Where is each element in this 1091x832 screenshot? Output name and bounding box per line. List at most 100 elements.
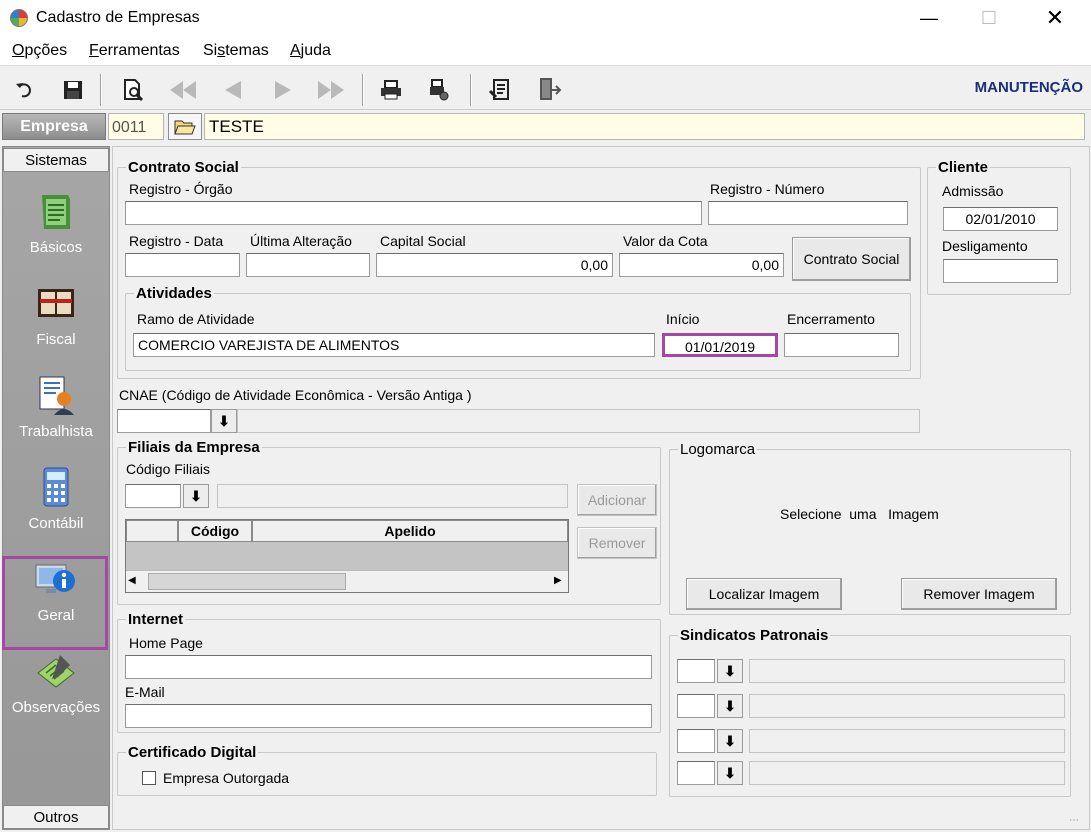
report-icon bbox=[488, 79, 509, 100]
empresa-outorgada-label: Empresa Outorgada bbox=[163, 770, 290, 786]
sidebar-item-observacoes[interactable]: Observações bbox=[3, 637, 109, 727]
sidebar-item-contabil[interactable]: Contábil bbox=[3, 453, 109, 543]
contrato-social-button[interactable]: Contrato Social bbox=[792, 237, 911, 281]
menu-opcoes[interactable]: Opções bbox=[12, 42, 67, 60]
grid-header-apelido[interactable]: Apelido bbox=[252, 520, 568, 542]
sindicato-2-description bbox=[749, 694, 1065, 718]
sidebar-item-trabalhista[interactable]: Trabalhista bbox=[3, 361, 109, 451]
sindicatos-legend: Sindicatos Patronais bbox=[680, 627, 829, 644]
localizar-imagem-button[interactable]: Localizar Imagem bbox=[686, 578, 842, 610]
print-preview-button[interactable] bbox=[422, 73, 456, 107]
encerramento-label: Encerramento bbox=[787, 311, 875, 327]
sindicato-4-code-field[interactable] bbox=[677, 761, 715, 785]
print-button[interactable] bbox=[374, 73, 408, 107]
report-button[interactable] bbox=[484, 73, 518, 107]
sindicato-1-code-field[interactable] bbox=[677, 659, 715, 683]
inicio-label: Início bbox=[666, 311, 700, 327]
previous-record-button[interactable] bbox=[216, 73, 250, 107]
scroll-left-icon[interactable]: ◀ bbox=[128, 575, 136, 586]
sindicato-4-dropdown-button[interactable]: ⬇ bbox=[717, 761, 743, 785]
grid-header-codigo[interactable]: Código bbox=[178, 520, 252, 542]
logomarca-placeholder: Selecione uma Imagem bbox=[780, 506, 939, 522]
sindicato-3-code-field[interactable] bbox=[677, 729, 715, 753]
empresa-code-field[interactable]: 0011 bbox=[108, 113, 164, 140]
toolbar: MANUTENÇÃO bbox=[0, 68, 1091, 110]
sidebar-item-label: Básicos bbox=[29, 239, 83, 256]
undo-icon bbox=[16, 83, 31, 98]
contrato-social-legend: Contrato Social bbox=[128, 159, 239, 176]
empresa-open-button[interactable] bbox=[168, 113, 202, 140]
valor-cota-field[interactable]: 0,00 bbox=[619, 253, 784, 277]
empresa-row: Empresa 0011 TESTE bbox=[0, 112, 1091, 142]
sindicato-3-dropdown-button[interactable]: ⬇ bbox=[717, 729, 743, 753]
title-bar: Cadastro de Empresas — ☐ ✕ bbox=[0, 0, 1091, 36]
homepage-field[interactable] bbox=[125, 655, 652, 679]
arrow-down-icon: ⬇ bbox=[190, 487, 202, 504]
sidebar-item-basicos[interactable]: Básicos bbox=[3, 177, 109, 267]
close-button[interactable]: ✕ bbox=[1032, 0, 1078, 36]
sidebar-header-sistemas[interactable]: Sistemas bbox=[3, 148, 109, 172]
sidebar-item-label: Observações bbox=[11, 699, 101, 716]
sidebar-item-label: Contábil bbox=[28, 515, 84, 532]
capital-social-label: Capital Social bbox=[380, 233, 466, 249]
scroll-right-icon[interactable]: ▶ bbox=[554, 575, 562, 586]
filiais-dropdown-button[interactable]: ⬇ bbox=[183, 484, 209, 508]
inicio-field[interactable]: 01/01/2019 bbox=[662, 333, 778, 357]
menu-sistemas[interactable]: Sistemas bbox=[203, 42, 269, 60]
last-record-button[interactable] bbox=[314, 73, 348, 107]
sidebar-footer-outros[interactable]: Outros bbox=[3, 805, 109, 829]
empresa-outorgada-checkbox[interactable] bbox=[142, 771, 156, 785]
sindicato-2-dropdown-button[interactable]: ⬇ bbox=[717, 694, 743, 718]
sindicato-2-code-field[interactable] bbox=[677, 694, 715, 718]
adicionar-button[interactable]: Adicionar bbox=[577, 484, 657, 516]
menu-ferramentas[interactable]: Ferramentas bbox=[89, 42, 180, 60]
exit-button[interactable] bbox=[532, 73, 566, 107]
cliente-legend: Cliente bbox=[938, 159, 989, 176]
resize-grip-icon[interactable]: ⋯ bbox=[1069, 815, 1087, 827]
maximize-button[interactable]: ☐ bbox=[966, 0, 1012, 36]
save-button[interactable] bbox=[56, 73, 90, 107]
sidebar-item-label: Fiscal bbox=[36, 331, 76, 348]
first-icon bbox=[170, 81, 196, 99]
cnae-field[interactable] bbox=[117, 409, 211, 433]
arrow-down-icon: ⬇ bbox=[724, 662, 736, 679]
ramo-atividade-field[interactable]: COMERCIO VAREJISTA DE ALIMENTOS bbox=[133, 333, 655, 357]
ultima-alteracao-field[interactable] bbox=[246, 253, 370, 277]
desligamento-field[interactable] bbox=[943, 259, 1058, 283]
preview-button[interactable] bbox=[116, 73, 150, 107]
remover-filial-button[interactable]: Remover bbox=[577, 527, 657, 559]
registro-orgao-field[interactable] bbox=[125, 201, 702, 225]
certificado-legend: Certificado Digital bbox=[128, 744, 257, 761]
empresa-label: Empresa bbox=[2, 113, 106, 140]
first-record-button[interactable] bbox=[166, 73, 200, 107]
codigo-filiais-field[interactable] bbox=[125, 484, 181, 508]
menu-ajuda[interactable]: Ajuda bbox=[290, 42, 331, 60]
undo-button[interactable] bbox=[8, 73, 42, 107]
remover-imagem-button[interactable]: Remover Imagem bbox=[901, 578, 1057, 610]
encerramento-field[interactable] bbox=[784, 333, 899, 357]
empresa-name-field[interactable]: TESTE bbox=[204, 113, 1085, 140]
grid-hscrollbar[interactable]: ◀ ▶ bbox=[126, 570, 568, 592]
scroll-thumb[interactable] bbox=[148, 573, 346, 590]
exit-door-icon bbox=[540, 78, 562, 100]
calculator-icon bbox=[43, 467, 69, 507]
minimize-button[interactable]: — bbox=[906, 0, 952, 36]
cnae-dropdown-button[interactable]: ⬇ bbox=[211, 409, 237, 433]
printer-icon bbox=[381, 80, 401, 100]
last-icon bbox=[318, 81, 344, 99]
next-record-button[interactable] bbox=[266, 73, 300, 107]
registro-numero-field[interactable] bbox=[708, 201, 908, 225]
previous-icon bbox=[225, 81, 241, 99]
arrow-down-icon: ⬇ bbox=[724, 764, 736, 781]
valor-cota-label: Valor da Cota bbox=[623, 233, 708, 249]
main-panel: Contrato Social Registro - Órgão Registr… bbox=[112, 146, 1090, 830]
admissao-field[interactable]: 02/01/2010 bbox=[943, 207, 1058, 231]
atividades-legend: Atividades bbox=[136, 285, 212, 302]
sindicato-1-dropdown-button[interactable]: ⬇ bbox=[717, 659, 743, 683]
sidebar-item-fiscal[interactable]: Fiscal bbox=[3, 269, 109, 359]
registro-data-field[interactable] bbox=[125, 253, 240, 277]
capital-social-field[interactable]: 0,00 bbox=[376, 253, 613, 277]
cnae-description-field bbox=[237, 409, 920, 433]
email-field[interactable] bbox=[125, 704, 652, 728]
open-folder-icon bbox=[174, 120, 196, 134]
